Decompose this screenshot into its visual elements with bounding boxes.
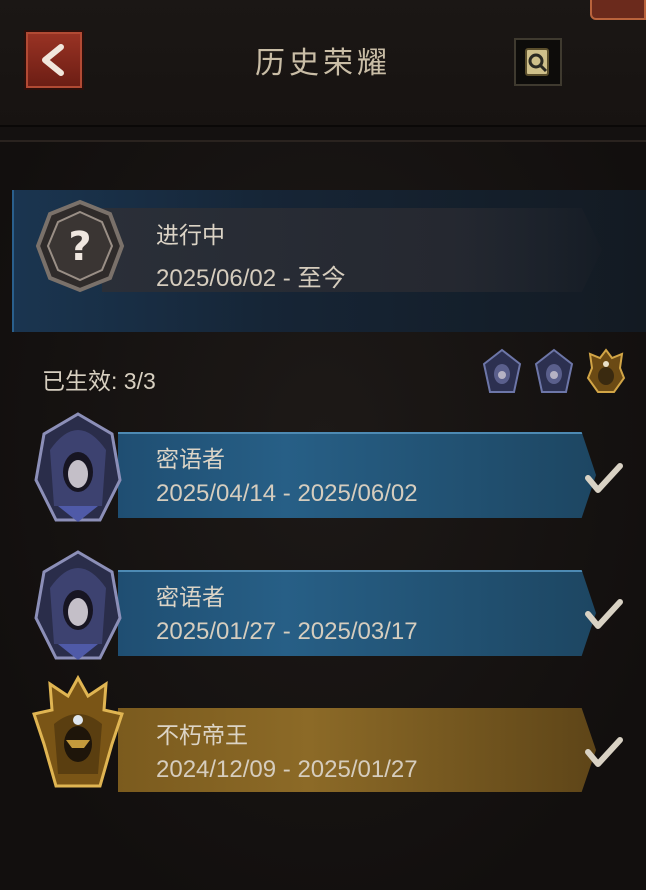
glossary-button[interactable]: [514, 38, 562, 86]
checkmark-icon: [585, 463, 623, 493]
whisperer-mini-icon: [534, 348, 574, 393]
checkmark-icon: [585, 737, 623, 767]
checkmark-icon: [585, 599, 623, 629]
whisperer-rank-icon: [34, 412, 122, 522]
record-period: 2025/04/14 - 2025/06/02: [156, 480, 418, 507]
whisperer-rank-icon: [34, 550, 122, 660]
current-period: 2025/06/02 - 至今: [156, 265, 346, 292]
immortal-emperor-mini-icon: [586, 348, 626, 393]
record-name: 不朽帝王: [156, 722, 248, 748]
record-period: 2024/12/09 - 2025/01/27: [156, 756, 418, 783]
record-name: 密语者: [156, 584, 225, 610]
record-period: 2025/01/27 - 2025/03/17: [156, 618, 418, 645]
active-count-label: 已生效: 3/3: [42, 368, 156, 394]
corner-menu-tab[interactable]: [590, 0, 646, 20]
current-status: 进行中: [156, 222, 225, 248]
svg-text:?: ?: [68, 224, 91, 270]
scroll-search-icon: [525, 48, 549, 76]
record-name: 密语者: [156, 446, 225, 472]
immortal-emperor-rank-icon: [32, 674, 124, 788]
unknown-rank-icon: ?: [35, 199, 125, 293]
whisperer-mini-icon: [482, 348, 522, 393]
